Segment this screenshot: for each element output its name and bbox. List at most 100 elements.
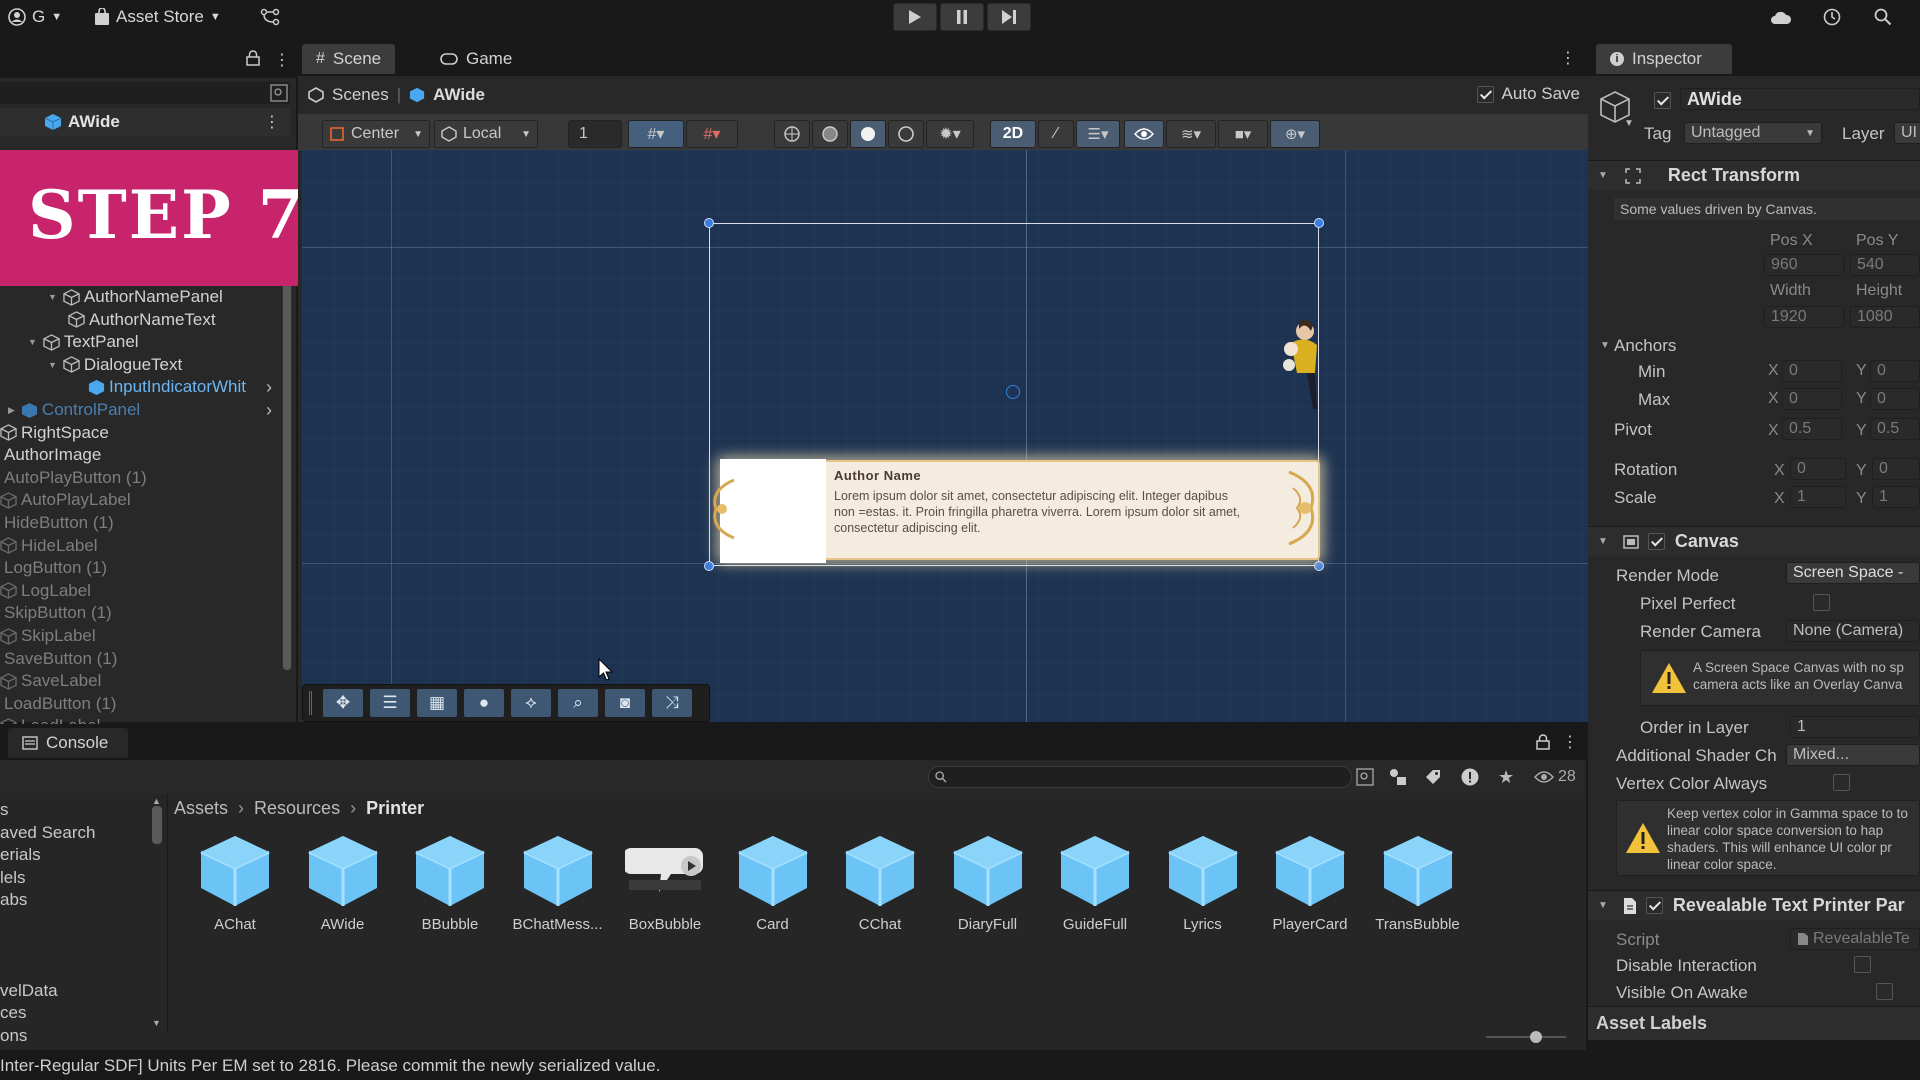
pivot-y-field[interactable]: 0.5: [1870, 418, 1920, 440]
additional-shader-dropdown[interactable]: Mixed...: [1786, 744, 1920, 766]
rect-handle[interactable]: [1314, 561, 1324, 571]
toolbar-grip-icon[interactable]: [309, 691, 312, 715]
asset-store-dropdown[interactable]: Asset Store ▼: [94, 6, 221, 28]
filter-type-icon[interactable]: [1388, 768, 1408, 786]
scene-visibility-icon[interactable]: [1124, 120, 1164, 148]
canvas-enabled-checkbox[interactable]: [1647, 533, 1665, 550]
hierarchy-item[interactable]: AuthorNameText: [68, 309, 216, 331]
tree-expand-icon[interactable]: ▼: [48, 360, 57, 370]
hierarchy-item[interactable]: SkipLabel: [0, 625, 96, 647]
width-field[interactable]: 1920: [1764, 306, 1844, 328]
status-bar[interactable]: Inter-Regular SDF] Units Per EM set to 2…: [0, 1052, 1920, 1080]
grid-tool-icon[interactable]: ▦: [417, 689, 457, 717]
chevron-right-icon[interactable]: ›: [266, 400, 272, 421]
hierarchy-item[interactable]: ▼ AuthorNamePanel: [48, 286, 223, 308]
chevron-down-icon[interactable]: ▼: [152, 1018, 161, 1028]
project-search-input[interactable]: [928, 766, 1352, 788]
icon-size-slider[interactable]: [1486, 1031, 1566, 1043]
asset-item[interactable]: DiaryFull: [938, 830, 1038, 933]
asset-item[interactable]: GuideFull: [1045, 830, 1145, 933]
order-in-layer-field[interactable]: 1: [1790, 716, 1920, 738]
anchor-max-y-field[interactable]: 0: [1870, 388, 1920, 410]
align-tool-icon[interactable]: ☰: [370, 689, 410, 717]
favorite-star-icon[interactable]: ★: [1498, 767, 1514, 788]
hierarchy-item[interactable]: AutoPlayButton (1): [0, 467, 147, 489]
shading-unlit-icon[interactable]: [888, 120, 924, 148]
step-button[interactable]: [987, 3, 1031, 31]
scale-x-field[interactable]: 1: [1790, 486, 1846, 508]
script-field[interactable]: RevealableTe: [1790, 928, 1920, 950]
history-icon[interactable]: [1822, 6, 1842, 28]
pivot-handle[interactable]: [1006, 385, 1020, 399]
scene-root-row[interactable]: AWide ⋮: [0, 108, 290, 136]
search-icon[interactable]: [1874, 6, 1892, 28]
folder-tree-scrollbar[interactable]: [152, 806, 162, 844]
disable-interaction-checkbox[interactable]: [1854, 956, 1872, 973]
render-camera-field[interactable]: None (Camera): [1786, 620, 1920, 642]
hierarchy-item[interactable]: LogButton (1): [0, 557, 107, 579]
lighting-toggle-icon[interactable]: ⁄: [1038, 120, 1074, 148]
rect-transform-header[interactable]: ▼ Rect Transform: [1588, 160, 1920, 190]
asset-item[interactable]: Card: [723, 830, 823, 933]
asset-item[interactable]: BChatMess...: [508, 830, 608, 933]
camera-settings-icon[interactable]: ■▾: [1218, 120, 1268, 148]
tree-expand-icon[interactable]: ▶: [8, 405, 15, 416]
shading-wire-icon[interactable]: [774, 120, 810, 148]
chevron-down-icon[interactable]: ▼: [1624, 118, 1634, 129]
tab-scene[interactable]: # Scene: [302, 44, 396, 74]
scale-y-field[interactable]: 1: [1872, 486, 1920, 508]
anchor-max-x-field[interactable]: 0: [1782, 388, 1842, 410]
hierarchy-item[interactable]: ▼ TextPanel: [28, 331, 139, 353]
rect-handle[interactable]: [1314, 218, 1324, 228]
anchor-min-x-field[interactable]: 0: [1782, 360, 1842, 382]
hierarchy-search-input[interactable]: [0, 82, 290, 104]
active-checkbox[interactable]: [1654, 92, 1671, 109]
grid-snap-toggle[interactable]: #▾: [628, 120, 684, 148]
tree-expand-icon[interactable]: ▼: [48, 292, 57, 302]
folder-tree-item[interactable]: velData: [0, 981, 58, 1001]
asset-labels-bar[interactable]: Asset Labels: [1588, 1006, 1920, 1040]
breadcrumb-printer[interactable]: Printer: [366, 798, 424, 819]
asset-item[interactable]: PlayerCard: [1260, 830, 1360, 933]
canvas-header[interactable]: ▼ Canvas: [1588, 526, 1920, 556]
grid-size-input[interactable]: 1: [568, 120, 622, 148]
slider-thumb[interactable]: [1530, 1031, 1542, 1043]
object-name-field[interactable]: AWide: [1680, 88, 1920, 110]
lock-icon[interactable]: [1536, 734, 1550, 750]
pivot-mode-dropdown[interactable]: Center ▼: [322, 120, 430, 148]
shading-tool-icon[interactable]: ●: [464, 689, 504, 717]
hierarchy-item[interactable]: RightSpace: [0, 422, 109, 444]
hierarchy-item[interactable]: LoadButton (1): [0, 693, 116, 715]
asset-item[interactable]: BoxBubble: [615, 830, 715, 933]
pivot-x-field[interactable]: 0.5: [1782, 418, 1842, 440]
folder-tree-item[interactable]: erials: [0, 845, 41, 865]
tab-game[interactable]: Game: [426, 44, 526, 74]
hierarchy-item[interactable]: AutoPlayLabel: [0, 489, 131, 511]
hierarchy-item[interactable]: HideLabel: [0, 535, 98, 557]
filter-label-icon[interactable]: [1424, 768, 1442, 786]
breadcrumb-scenes[interactable]: Scenes: [332, 85, 389, 105]
layers-toggle-icon[interactable]: ≋▾: [1166, 120, 1216, 148]
asset-item[interactable]: BBubble: [400, 830, 500, 933]
folder-tree-item[interactable]: aved Search: [0, 823, 95, 843]
tab-inspector[interactable]: i Inspector: [1596, 44, 1732, 74]
search-scope-icon[interactable]: [270, 84, 288, 102]
increment-snap-toggle[interactable]: #▾: [686, 120, 738, 148]
account-dropdown[interactable]: G ▼: [8, 6, 62, 28]
tag-dropdown[interactable]: Untagged ▼: [1684, 122, 1822, 144]
character-sprite[interactable]: [1277, 313, 1319, 413]
asset-item[interactable]: AChat: [185, 830, 285, 933]
debug-draw-mode-icon[interactable]: ✹▾: [926, 120, 974, 148]
folder-tree-item[interactable]: lels: [0, 868, 26, 888]
hierarchy-item[interactable]: SkipButton (1): [0, 602, 112, 624]
shading-shaded-wire-icon[interactable]: [812, 120, 848, 148]
anchor-min-y-field[interactable]: 0: [1870, 360, 1920, 382]
play-button[interactable]: [893, 3, 937, 31]
dialogue-panel[interactable]: Author Name Lorem ipsum dolor sit amet, …: [720, 459, 1320, 563]
more-options-icon[interactable]: ⋮: [264, 112, 280, 132]
search-scope-icon[interactable]: [1356, 768, 1374, 786]
more-options-icon[interactable]: ⋮: [1560, 48, 1576, 68]
space-mode-dropdown[interactable]: Local ▼: [434, 120, 538, 148]
height-field[interactable]: 1080: [1850, 306, 1920, 328]
pause-button[interactable]: [940, 3, 984, 31]
